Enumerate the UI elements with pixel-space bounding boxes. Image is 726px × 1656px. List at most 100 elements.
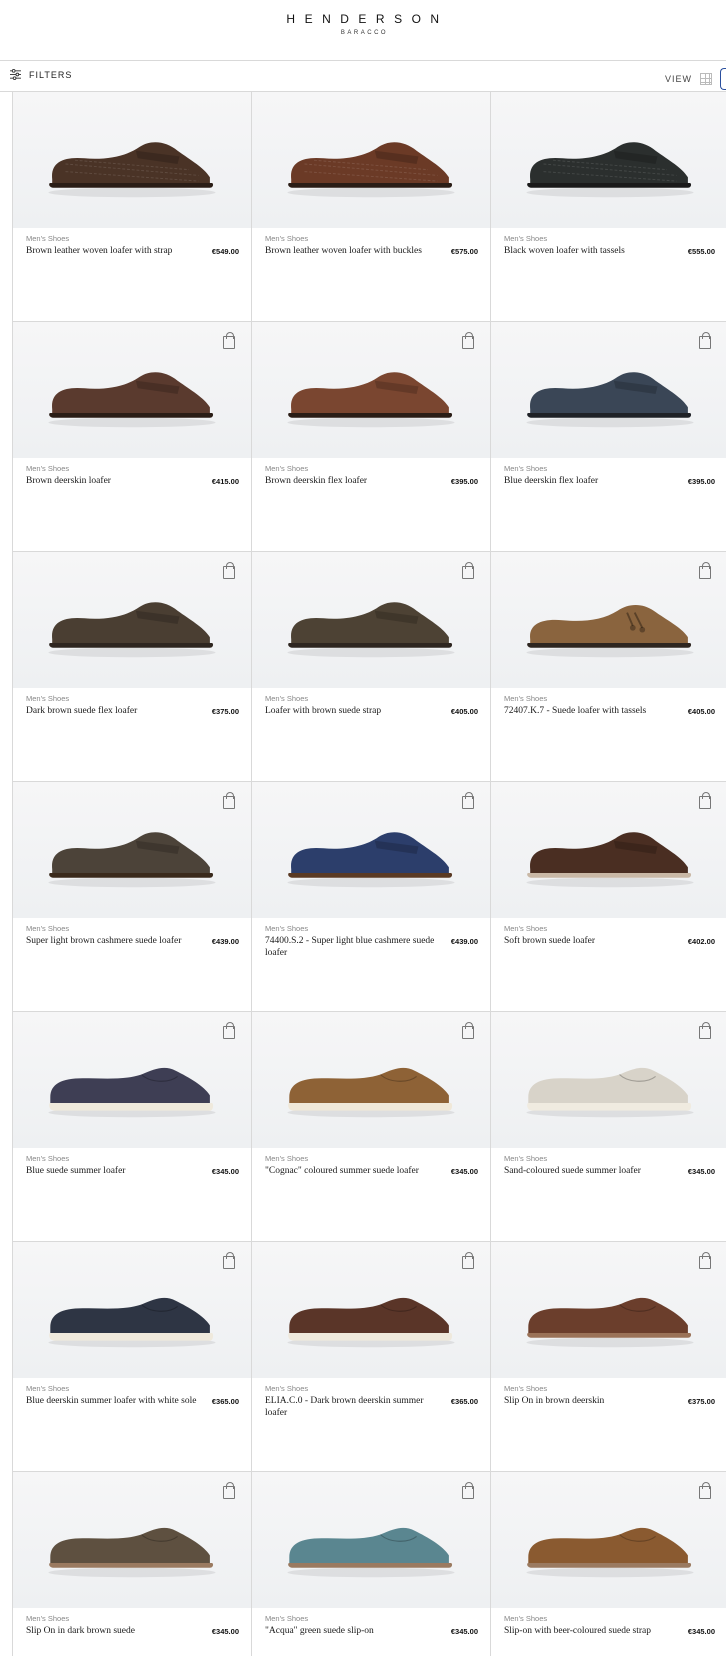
product-name[interactable]: Blue deerskin flex loafer — [504, 475, 604, 487]
product-photo[interactable] — [491, 92, 726, 228]
product-name[interactable]: Brown deerskin loafer — [26, 475, 117, 487]
product-name[interactable]: ELIA.C.0 - Dark brown deerskin summer lo… — [265, 1395, 451, 1419]
product-photo[interactable] — [13, 92, 251, 228]
shoe-image — [287, 372, 455, 428]
shopping-bag-icon[interactable] — [699, 332, 711, 349]
product-card[interactable]: Men's Shoes "Cognac" coloured summer sued… — [252, 1012, 491, 1242]
product-card[interactable]: Men's Shoes Slip On in brown deerskin €375… — [491, 1242, 726, 1472]
product-card[interactable]: Men's Shoes ELIA.C.0 - Dark brown deerski… — [252, 1242, 491, 1472]
product-card[interactable]: Men's Shoes Super light brown cashmere su… — [13, 782, 252, 1012]
product-name[interactable]: Brown leather woven loafer with strap — [26, 245, 178, 257]
product-info: Men's Shoes Brown deerskin loafer €415.00 — [26, 464, 239, 487]
product-name[interactable]: Brown leather woven loafer with buckles — [265, 245, 428, 257]
product-photo[interactable] — [252, 782, 490, 918]
product-name[interactable]: 72407.K.7 - Suede loafer with tassels — [504, 705, 652, 717]
product-card[interactable]: Men's Shoes Black woven loafer with tasse… — [491, 92, 726, 322]
product-category: Men's Shoes — [26, 1614, 70, 1623]
product-info: Men's Shoes Super light brown cashmere su… — [26, 924, 239, 947]
product-name[interactable]: Blue suede summer loafer — [26, 1165, 131, 1177]
product-photo[interactable] — [13, 322, 251, 458]
shoe-image — [526, 1067, 694, 1118]
grid-view-icon[interactable] — [700, 73, 712, 85]
shopping-bag-icon[interactable] — [699, 1252, 711, 1269]
product-photo[interactable] — [491, 322, 726, 458]
product-photo[interactable] — [13, 1472, 251, 1608]
product-card[interactable]: Men's Shoes 72407.K.7 - Suede loafer with… — [491, 552, 726, 782]
product-card[interactable]: Men's Shoes Brown deerskin loafer €415.00 — [13, 322, 252, 552]
product-photo[interactable] — [13, 1012, 251, 1148]
shopping-bag-icon[interactable] — [699, 1022, 711, 1039]
product-card[interactable]: Men's Shoes 74400.S.2 - Super light blue … — [252, 782, 491, 1012]
product-name[interactable]: Soft brown suede loafer — [504, 935, 601, 947]
product-photo[interactable] — [252, 552, 490, 688]
brand-logo[interactable]: HENDERSON BARACCO — [0, 12, 726, 36]
product-card[interactable]: Men's Shoes Slip On in dark brown suede €3… — [13, 1472, 252, 1656]
product-name[interactable]: Dark brown suede flex loafer — [26, 705, 143, 717]
shopping-bag-icon[interactable] — [462, 332, 474, 349]
product-card[interactable]: Men's Shoes "Acqua" green suede slip-on €3… — [252, 1472, 491, 1656]
product-photo[interactable] — [491, 1242, 726, 1378]
shopping-bag-icon[interactable] — [223, 1252, 235, 1269]
list-view-toggle[interactable] — [720, 68, 726, 90]
product-photo[interactable] — [252, 1242, 490, 1378]
shopping-bag-icon[interactable] — [462, 1252, 474, 1269]
product-info: Men's Shoes Slip On in dark brown suede €3… — [26, 1614, 239, 1637]
product-card[interactable]: Men's Shoes Loafer with brown suede strap… — [252, 552, 491, 782]
product-category: Men's Shoes — [26, 464, 70, 473]
shopping-bag-icon[interactable] — [699, 562, 711, 579]
product-category: Men's Shoes — [504, 234, 548, 243]
product-name[interactable]: "Cognac" coloured summer suede loafer — [265, 1165, 425, 1177]
product-name[interactable]: 74400.S.2 - Super light blue cashmere su… — [265, 935, 451, 959]
shopping-bag-icon[interactable] — [223, 562, 235, 579]
product-card[interactable]: Men's Shoes Brown deerskin flex loafer €39… — [252, 322, 491, 552]
filters-button[interactable]: FILTERS — [10, 69, 72, 80]
shoe-image — [526, 1297, 694, 1348]
product-photo[interactable] — [13, 782, 251, 918]
shopping-bag-icon[interactable] — [223, 332, 235, 349]
product-name[interactable]: "Acqua" green suede slip-on — [265, 1625, 380, 1637]
shopping-bag-icon[interactable] — [462, 1482, 474, 1499]
product-name[interactable]: Slip-on with beer-coloured suede strap — [504, 1625, 657, 1637]
product-card[interactable]: Men's Shoes Slip-on with beer-coloured su… — [491, 1472, 726, 1656]
shopping-bag-icon[interactable] — [462, 1022, 474, 1039]
shopping-bag-icon[interactable] — [462, 562, 474, 579]
product-card[interactable]: Men's Shoes Blue suede summer loafer €345.… — [13, 1012, 252, 1242]
shopping-bag-icon[interactable] — [699, 792, 711, 809]
product-photo[interactable] — [252, 1472, 490, 1608]
product-name[interactable]: Super light brown cashmere suede loafer — [26, 935, 187, 947]
product-photo[interactable] — [491, 1012, 726, 1148]
product-card[interactable]: Men's Shoes Soft brown suede loafer €402.0… — [491, 782, 726, 1012]
shoe-image — [287, 142, 455, 198]
shoe-image — [287, 1527, 455, 1578]
product-photo[interactable] — [491, 782, 726, 918]
shopping-bag-icon[interactable] — [223, 1482, 235, 1499]
product-photo[interactable] — [491, 552, 726, 688]
product-card[interactable]: Men's Shoes Blue deerskin summer loafer w… — [13, 1242, 252, 1472]
product-name[interactable]: Black woven loafer with tassels — [504, 245, 631, 257]
product-card[interactable]: Men's Shoes Brown leather woven loafer wi… — [13, 92, 252, 322]
product-photo[interactable] — [13, 552, 251, 688]
product-name[interactable]: Slip On in brown deerskin — [504, 1395, 610, 1407]
product-card[interactable]: Men's Shoes Brown leather woven loafer wi… — [252, 92, 491, 322]
shopping-bag-icon[interactable] — [223, 792, 235, 809]
filters-icon — [10, 69, 21, 80]
product-card[interactable]: Men's Shoes Dark brown suede flex loafer €… — [13, 552, 252, 782]
product-photo[interactable] — [252, 92, 490, 228]
product-name[interactable]: Blue deerskin summer loafer with white s… — [26, 1395, 202, 1407]
shopping-bag-icon[interactable] — [223, 1022, 235, 1039]
shoe-image — [526, 832, 694, 888]
shopping-bag-icon[interactable] — [462, 792, 474, 809]
product-name[interactable]: Brown deerskin flex loafer — [265, 475, 373, 487]
shopping-bag-icon[interactable] — [699, 1482, 711, 1499]
product-photo[interactable] — [252, 322, 490, 458]
product-photo[interactable] — [13, 1242, 251, 1378]
product-price: €555.00 — [687, 247, 715, 256]
product-name[interactable]: Slip On in dark brown suede — [26, 1625, 141, 1637]
product-photo[interactable] — [252, 1012, 490, 1148]
product-card[interactable]: Men's Shoes Blue deerskin flex loafer €395… — [491, 322, 726, 552]
product-name[interactable]: Sand-coloured suede summer loafer — [504, 1165, 647, 1177]
product-photo[interactable] — [491, 1472, 726, 1608]
product-name[interactable]: Loafer with brown suede strap — [265, 705, 387, 717]
product-card[interactable]: Men's Shoes Sand-coloured suede summer lo… — [491, 1012, 726, 1242]
product-price: €402.00 — [687, 937, 715, 946]
